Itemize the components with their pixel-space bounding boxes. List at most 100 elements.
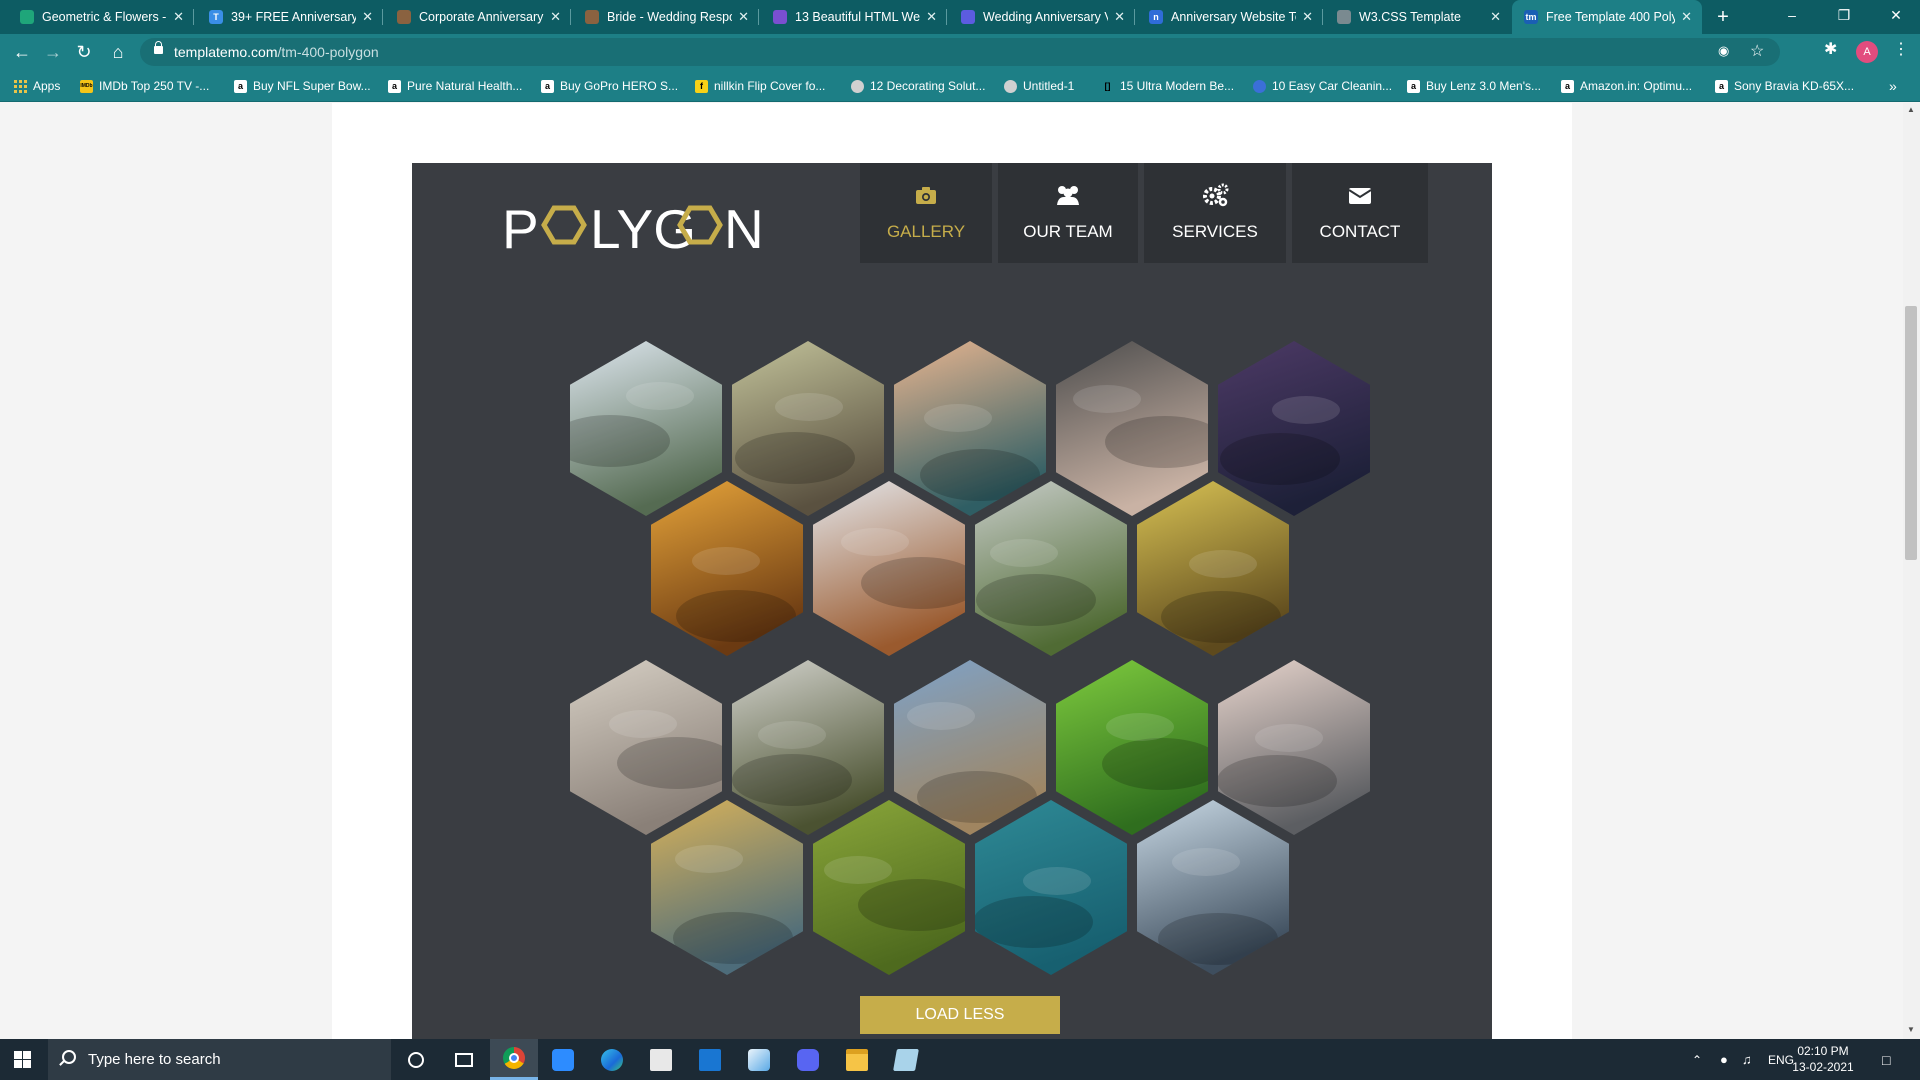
gallery-item-mountain-lake[interactable] (894, 341, 1046, 516)
forward-icon[interactable]: → (39, 38, 67, 66)
gallery-item-autumn-leaves[interactable] (651, 481, 803, 656)
bookmark-item[interactable]: a Sony Bravia KD-65X... (1715, 77, 1854, 95)
close-tab-icon[interactable]: ✕ (1114, 9, 1125, 25)
nav-contact[interactable]: CONTACT (1292, 163, 1428, 263)
gallery-item-meadow-rocks[interactable] (975, 481, 1127, 656)
tab-title: Free Template 400 Poly (1546, 10, 1676, 24)
close-tab-icon[interactable]: ✕ (1681, 9, 1692, 25)
browser-tab[interactable]: Geometric & Flowers - ✕ (8, 0, 194, 34)
globe-icon (1004, 79, 1017, 93)
browser-tab[interactable]: tm Free Template 400 Poly ✕ (1512, 0, 1702, 34)
bookmark-item[interactable]: a Buy Lenz 3.0 Men's... (1407, 77, 1541, 95)
mail-taskbar-icon[interactable] (686, 1039, 734, 1080)
page-viewport: P LYG N GALLERY OUR TEAM SERVICES CONTAC… (0, 103, 1920, 1039)
scrollbar-track[interactable] (1903, 103, 1920, 1039)
gallery-item-bowl-steam[interactable] (1137, 800, 1289, 975)
browser-tab[interactable]: Wedding Anniversary V ✕ (949, 0, 1135, 34)
bookmark-item[interactable]: f nillkin Flip Cover fo... (695, 77, 825, 95)
new-tab-icon[interactable]: + (1710, 4, 1736, 30)
tray-chevron-icon[interactable]: ⌃ (1692, 1039, 1702, 1080)
gallery-item-tricycle[interactable] (570, 660, 722, 835)
clock[interactable]: 02:10 PM 13-02-2021 (1784, 1043, 1862, 1075)
gallery-item-desk-glasses[interactable] (813, 481, 965, 656)
bookmark-star-icon[interactable]: ☆ (1750, 41, 1764, 61)
restore-icon[interactable]: ❐ (1818, 0, 1870, 34)
tab-separator (758, 9, 759, 25)
profile-avatar[interactable]: A (1856, 41, 1878, 63)
browser-tab[interactable]: T 39+ FREE Anniversary I ✕ (197, 0, 383, 34)
url-text[interactable]: templatemo.com/tm-400-polygon (174, 44, 379, 60)
browser-tab[interactable]: Corporate Anniversary ✕ (385, 0, 571, 34)
gallery-item-mountain-road[interactable] (570, 341, 722, 516)
gallery-item-rock-cliffs[interactable] (732, 341, 884, 516)
bookmark-item[interactable]: IMDb IMDb Top 250 TV -... (80, 77, 209, 95)
bookmark-item[interactable]: Untitled-1 (1004, 77, 1074, 95)
edge-taskbar-icon[interactable] (588, 1039, 636, 1080)
nav-gallery[interactable]: GALLERY (860, 163, 992, 263)
browser-tab[interactable]: Bride - Wedding Respo ✕ (573, 0, 759, 34)
notifications-icon[interactable]: □ (1882, 1039, 1890, 1080)
back-icon[interactable]: ← (8, 38, 36, 66)
gallery-item-green-bushes[interactable] (813, 800, 965, 975)
windows-start-icon[interactable] (14, 1051, 31, 1068)
app-taskbar-icon[interactable] (735, 1039, 783, 1080)
close-tab-icon[interactable]: ✕ (173, 9, 184, 25)
bookmark-item[interactable]: [] 15 Ultra Modern Be... (1101, 77, 1234, 95)
load-less-button[interactable]: LOAD LESS (860, 996, 1060, 1034)
search-icon (62, 1050, 76, 1064)
minimize-icon[interactable]: – (1766, 0, 1818, 34)
scroll-down-icon[interactable]: ▼ (1905, 1025, 1917, 1037)
close-tab-icon[interactable]: ✕ (550, 9, 561, 25)
bookmark-item[interactable]: a Pure Natural Health... (388, 77, 522, 95)
browser-tab[interactable]: n Anniversary Website Te ✕ (1137, 0, 1323, 34)
gallery-item-canal-houses[interactable] (651, 800, 803, 975)
bookmark-item[interactable]: 10 Easy Car Cleanin... (1253, 77, 1392, 95)
bookmark-label: Apps (33, 79, 61, 93)
gallery-item-green-leaf-drops[interactable] (1056, 660, 1208, 835)
address-bar[interactable]: templatemo.com/tm-400-polygon ☆ ◉ (140, 38, 1780, 66)
file-explorer-taskbar-icon[interactable] (833, 1039, 881, 1080)
discord-taskbar-icon[interactable] (784, 1039, 832, 1080)
gallery-item-hills[interactable] (732, 660, 884, 835)
bookmark-item[interactable]: Apps (14, 77, 60, 95)
nav-our-team[interactable]: OUR TEAM (998, 163, 1138, 263)
close-tab-icon[interactable]: ✕ (362, 9, 373, 25)
scrollbar-thumb[interactable] (1905, 306, 1917, 560)
bookmark-item[interactable]: a Amazon.in: Optimu... (1561, 77, 1692, 95)
nav-gallery-label: GALLERY (886, 222, 966, 241)
gallery-item-sea-rocks[interactable] (1218, 660, 1370, 835)
close-tab-icon[interactable]: ✕ (738, 9, 749, 25)
cortana-icon[interactable] (392, 1039, 440, 1080)
nav-services[interactable]: SERVICES (1144, 163, 1286, 263)
store-taskbar-icon[interactable] (637, 1039, 685, 1080)
polygon-logo[interactable]: P LYG N (502, 198, 762, 258)
scroll-up-icon[interactable]: ▲ (1905, 105, 1917, 117)
home-icon[interactable]: ⌂ (104, 38, 132, 66)
bookmark-item[interactable]: a Buy NFL Super Bow... (234, 77, 371, 95)
menu-kebab-icon[interactable]: ⋮ (1893, 39, 1909, 59)
gallery-item-dandelion[interactable] (1056, 341, 1208, 516)
close-window-icon[interactable]: ✕ (1870, 0, 1920, 34)
gallery-item-tea-pot[interactable] (1137, 481, 1289, 656)
zoom-taskbar-icon[interactable] (539, 1039, 587, 1080)
gallery-item-boat-water[interactable] (975, 800, 1127, 975)
notepad-taskbar-icon[interactable] (882, 1039, 930, 1080)
gallery-item-city-bridge-night[interactable] (1218, 341, 1370, 516)
browser-tab[interactable]: 13 Beautiful HTML Wed ✕ (761, 0, 947, 34)
taskbar-search[interactable]: Type here to search (48, 1039, 391, 1080)
volume-icon[interactable]: ♫ (1742, 1039, 1752, 1080)
extensions-icon[interactable]: ✱ (1824, 39, 1837, 59)
wifi-icon[interactable]: ● (1720, 1039, 1728, 1080)
bookmark-item[interactable]: 12 Decorating Solut... (851, 77, 985, 95)
browser-tab[interactable]: W3.CSS Template ✕ (1325, 0, 1511, 34)
reload-icon[interactable]: ↻ (70, 38, 98, 66)
bookmark-item[interactable]: a Buy GoPro HERO S... (541, 77, 678, 95)
close-tab-icon[interactable]: ✕ (926, 9, 937, 25)
task-view-icon[interactable] (440, 1039, 488, 1080)
chrome-taskbar-icon[interactable] (490, 1039, 538, 1080)
close-tab-icon[interactable]: ✕ (1302, 9, 1313, 25)
close-tab-icon[interactable]: ✕ (1490, 9, 1501, 25)
eye-off-icon[interactable]: ◉ (1718, 43, 1729, 59)
gallery-item-field-grass[interactable] (894, 660, 1046, 835)
bookmarks-overflow-icon[interactable]: » (1889, 77, 1897, 95)
